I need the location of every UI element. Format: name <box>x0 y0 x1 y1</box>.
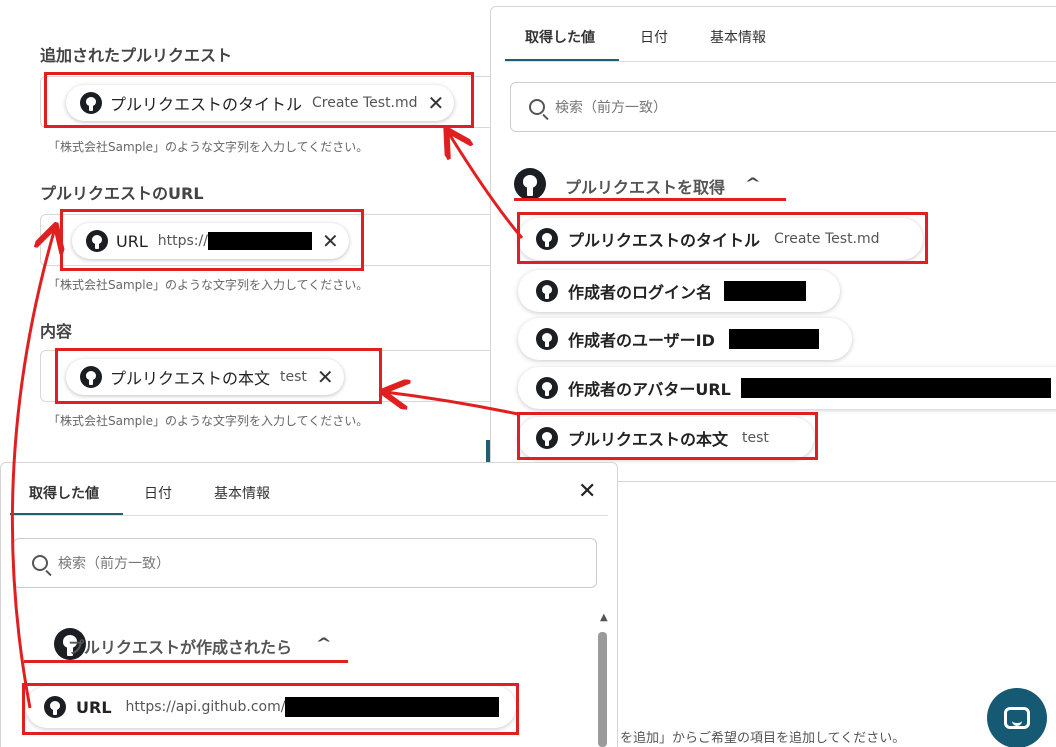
annotation-arrows <box>10 0 524 709</box>
arrow-body-mapping <box>385 392 519 416</box>
arrow-url-mapping <box>10 228 55 709</box>
arrow-title-mapping <box>448 132 524 239</box>
